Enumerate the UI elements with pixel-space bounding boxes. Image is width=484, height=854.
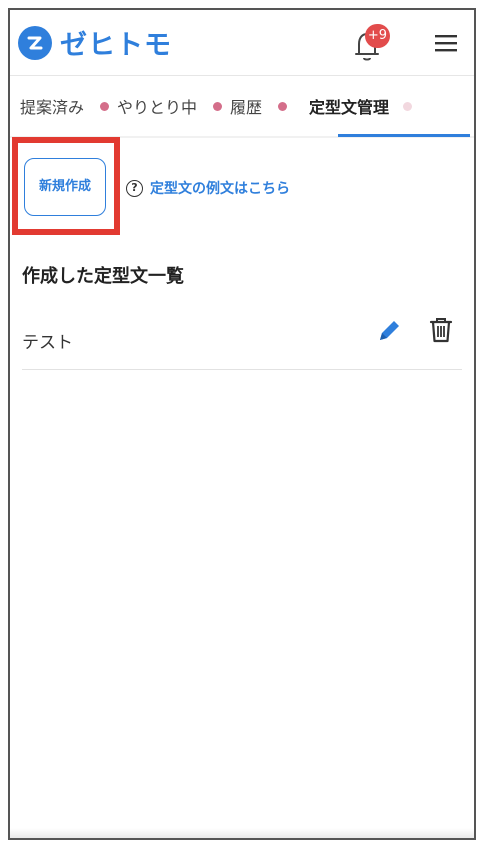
notification-badge: +9 — [364, 24, 390, 48]
notification-button[interactable]: +9 — [350, 24, 390, 64]
list-item: テスト — [22, 310, 462, 370]
new-template-button[interactable]: 新規作成 — [24, 158, 106, 216]
tab-bar: 提案済み やりとり中 履歴 定型文管理 — [10, 76, 474, 138]
template-examples-link-label: 定型文の例文はこちら — [150, 181, 290, 197]
pencil-icon[interactable] — [374, 316, 404, 346]
logo[interactable]: ゼヒトモ — [18, 23, 172, 62]
tab-separator-dot — [213, 101, 223, 111]
tab-template-management[interactable]: 定型文管理 — [295, 94, 420, 118]
zehitomo-logo-icon — [18, 25, 52, 60]
hamburger-menu-icon[interactable] — [432, 32, 460, 54]
tab-proposed[interactable]: 提案済み — [10, 94, 117, 118]
app-screen: ゼヒトモ +9 提案済み やりとり中 履歴 定型文管理 新規作成 ? 定型文の例… — [8, 8, 476, 840]
trash-icon[interactable] — [426, 314, 456, 346]
section-title: 作成した定型文一覧 — [22, 266, 184, 287]
tab-separator-dot — [100, 101, 110, 111]
app-name: ゼヒトモ — [60, 30, 172, 61]
tab-separator-dot — [278, 101, 288, 111]
template-name: テスト — [22, 333, 73, 353]
bottom-edge — [10, 828, 474, 838]
template-examples-link[interactable]: ? 定型文の例文はこちら — [126, 178, 290, 198]
active-tab-indicator — [338, 134, 470, 137]
tab-separator-dot — [403, 101, 413, 111]
tab-history[interactable]: 履歴 — [230, 94, 295, 118]
question-circle-icon: ? — [126, 179, 143, 197]
tab-in-progress[interactable]: やりとり中 — [117, 94, 230, 118]
app-header: ゼヒトモ +9 — [10, 10, 474, 76]
